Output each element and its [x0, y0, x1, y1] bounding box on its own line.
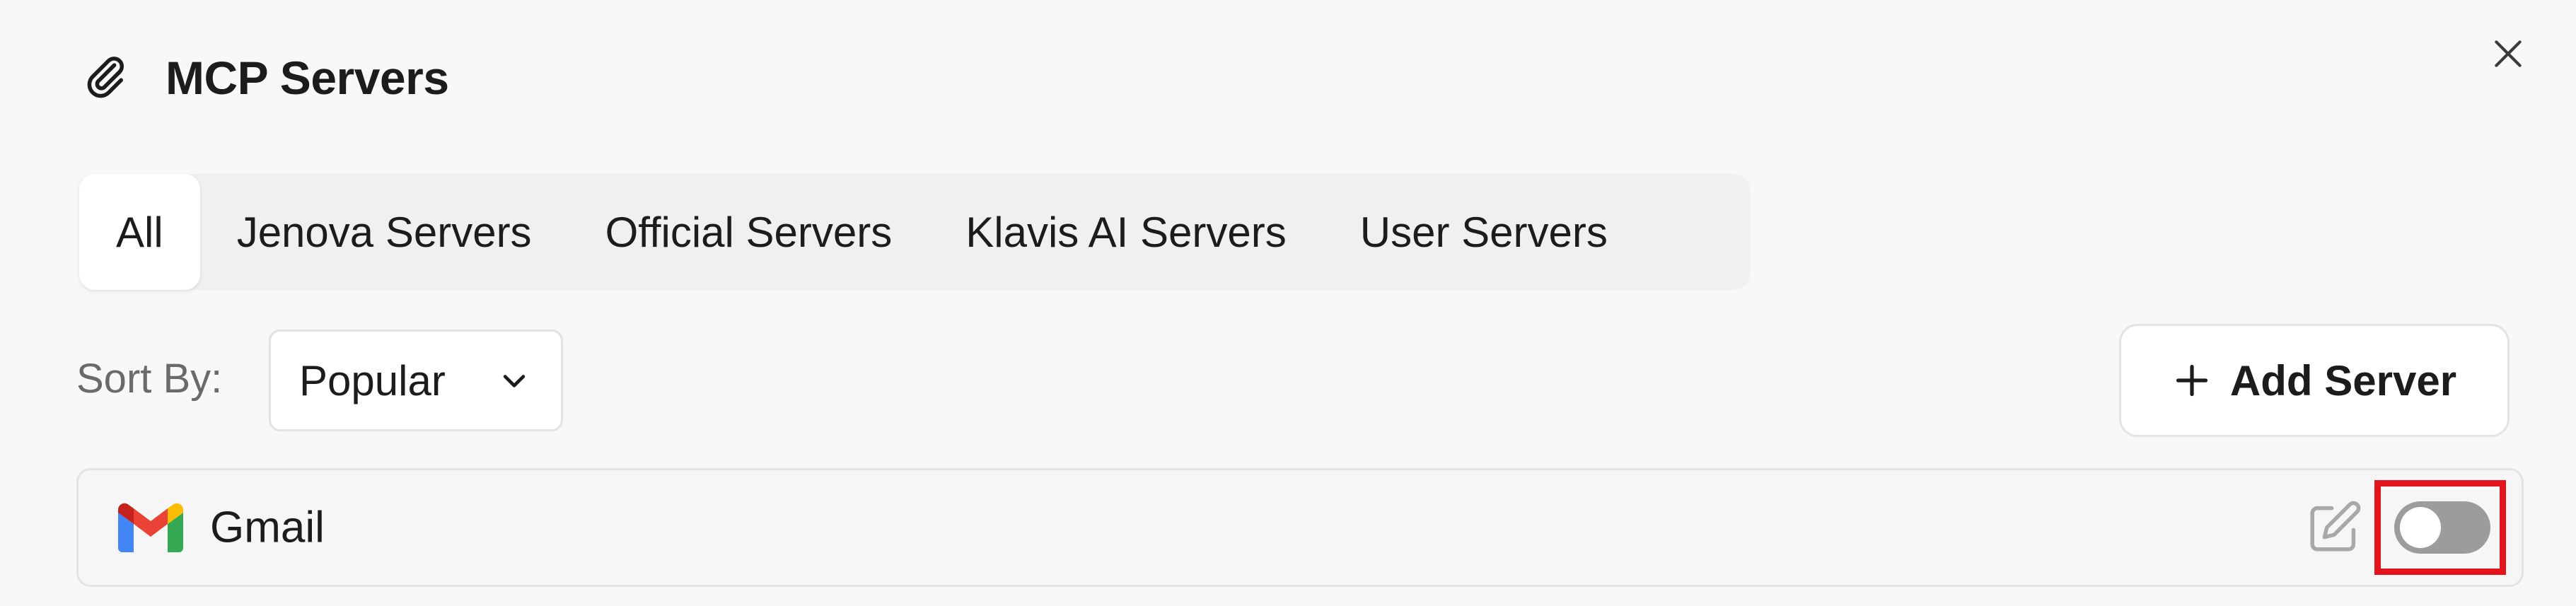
- tab-official-servers[interactable]: Official Servers: [569, 174, 929, 290]
- dialog-title: MCP Servers: [166, 52, 449, 104]
- sort-by-label: Sort By:: [76, 356, 223, 402]
- toggle-knob: [2400, 507, 2441, 548]
- dialog-header: MCP Servers: [82, 48, 449, 107]
- add-server-button[interactable]: Add Server: [2119, 324, 2510, 437]
- chevron-down-icon: [499, 365, 530, 396]
- add-server-label: Add Server: [2229, 356, 2457, 404]
- close-icon[interactable]: [2481, 27, 2535, 81]
- tab-klavis-ai-servers[interactable]: Klavis AI Servers: [929, 174, 1323, 290]
- sort-selected-value: Popular: [299, 356, 446, 404]
- tab-all[interactable]: All: [79, 174, 200, 290]
- gmail-icon: [118, 503, 183, 552]
- plus-icon: [2172, 361, 2212, 400]
- server-category-tabs: All Jenova Servers Official Servers Klav…: [79, 174, 1750, 290]
- mcp-servers-dialog: MCP Servers All Jenova Servers Official …: [0, 0, 2576, 606]
- edit-icon[interactable]: [2305, 499, 2363, 557]
- sort-select[interactable]: Popular: [269, 330, 563, 431]
- paperclip-icon: [82, 52, 133, 103]
- server-row: Gmail: [76, 468, 2524, 587]
- server-name: Gmail: [210, 503, 325, 552]
- tab-jenova-servers[interactable]: Jenova Servers: [200, 174, 569, 290]
- tab-user-servers[interactable]: User Servers: [1323, 174, 1644, 290]
- server-enable-toggle[interactable]: [2394, 501, 2490, 554]
